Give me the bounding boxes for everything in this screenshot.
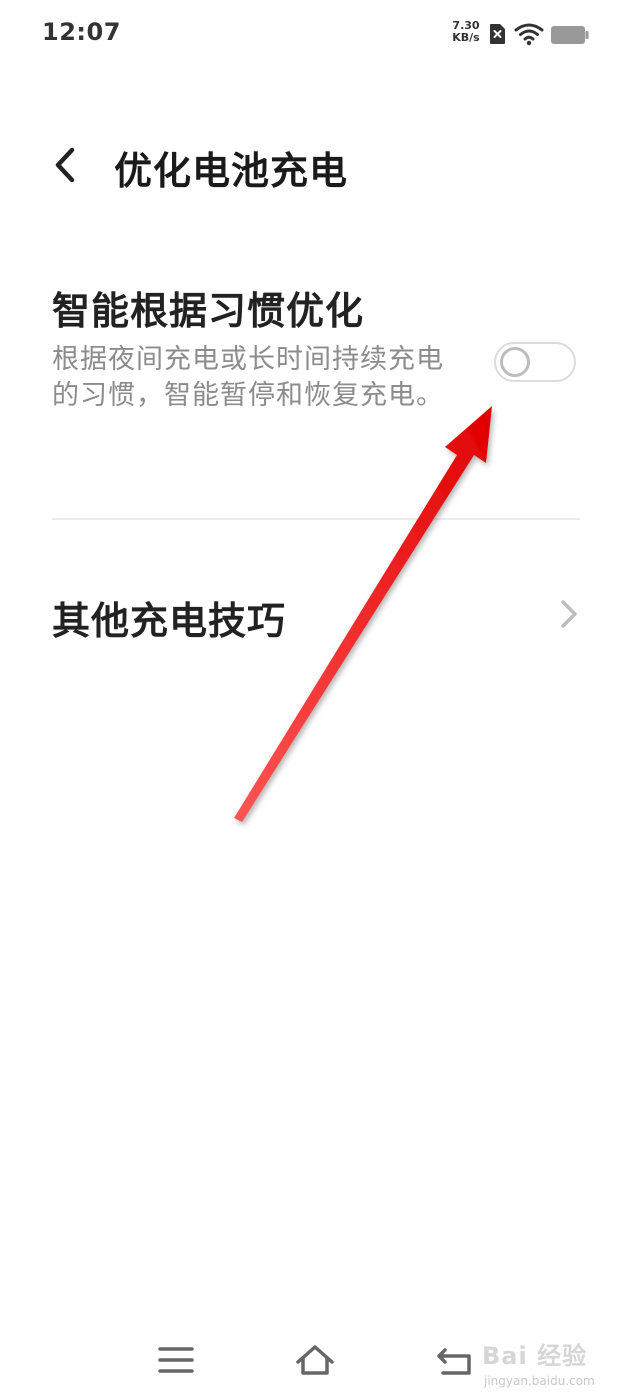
watermark-main: Bai 经验 [482,1342,588,1370]
back-icon[interactable] [433,1340,477,1380]
status-time: 12:07 [42,18,121,46]
divider [52,518,580,520]
toggle-knob [500,347,530,377]
smart-optimize-toggle[interactable] [494,342,576,382]
chevron-left-icon[interactable] [48,142,84,188]
annotation-arrow [234,406,492,822]
watermark: Bai 经验 jingyan.baidu.com [478,1328,618,1392]
chevron-right-icon [561,600,577,628]
setting-description: 根据夜间充电或长时间持续充电的习惯，智能暂停和恢复充电。 [52,344,444,411]
watermark-sub: jingyan.baidu.com [484,1374,595,1388]
page-header: 优化电池充电 [0,120,630,210]
status-bar: 12:07 7.30 KB/s [0,0,630,70]
menu-icon[interactable] [154,1340,198,1380]
network-speed: 7.30 KB/s [448,20,484,44]
sim-error-icon [490,24,505,44]
other-charging-tips-label: 其他充电技巧 [52,599,287,643]
smart-optimize-setting: 智能根据习惯优化 根据夜间充电或长时间持续充电的习惯，智能暂停和恢复充电。 [52,280,580,460]
other-charging-tips-item[interactable]: 其他充电技巧 [52,580,580,652]
wifi-icon [514,23,544,46]
network-speed-unit: KB/s [452,31,480,44]
home-icon[interactable] [293,1340,337,1380]
page-title: 优化电池充电 [114,149,349,193]
battery-icon [551,26,589,44]
setting-title: 智能根据习惯优化 [52,289,365,333]
